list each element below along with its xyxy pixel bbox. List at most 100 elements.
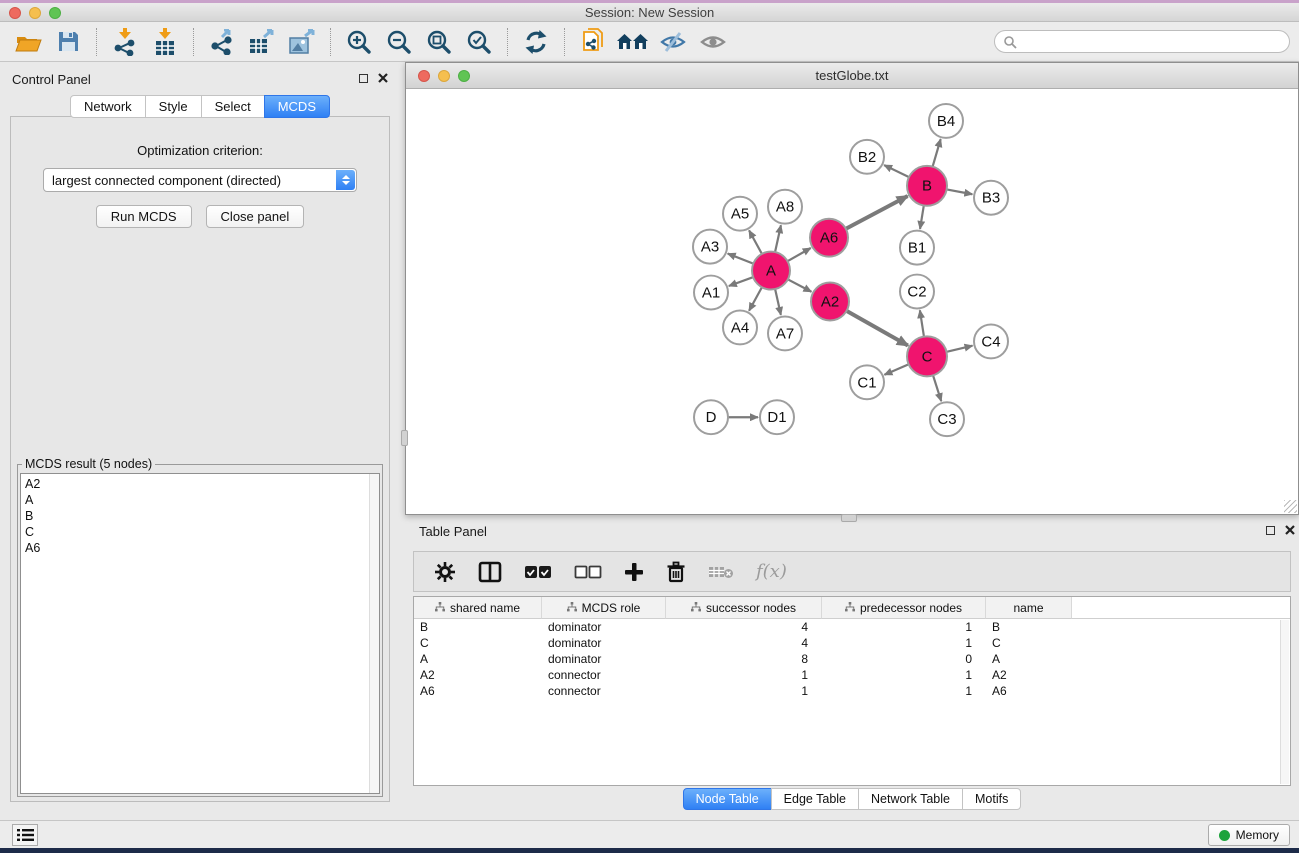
mcds-result-item[interactable]: A2	[25, 476, 369, 492]
table-settings-button[interactable]	[434, 561, 456, 583]
graph-edge-A2-C[interactable]	[845, 310, 908, 346]
graph-edge-C-C2[interactable]	[920, 310, 924, 338]
mcds-result-item[interactable]: C	[25, 524, 369, 540]
graph-node-B[interactable]: B	[907, 166, 947, 206]
graph-edge-C-C3[interactable]	[932, 373, 941, 401]
tab-network[interactable]: Network	[70, 95, 146, 118]
table-cell[interactable]: 0	[822, 651, 986, 667]
graph-edge-C-C1[interactable]	[884, 364, 910, 375]
graph-node-A[interactable]: A	[752, 252, 790, 290]
float-panel-icon[interactable]	[359, 74, 368, 83]
table-row[interactable]: Cdominator41C	[414, 635, 1290, 651]
zoom-fit-button[interactable]	[419, 25, 459, 59]
import-table-button[interactable]	[145, 25, 185, 59]
zoom-in-button[interactable]	[339, 25, 379, 59]
graph-node-C1[interactable]: C1	[850, 365, 884, 399]
window-resize-grip[interactable]	[1284, 500, 1297, 513]
graph-edge-A6-B[interactable]	[844, 196, 908, 230]
column-header-name[interactable]: name	[986, 597, 1072, 619]
table-cell[interactable]: 8	[666, 651, 822, 667]
table-cell[interactable]: B	[986, 619, 1072, 635]
table-scrollbar[interactable]	[1280, 620, 1289, 784]
graph-node-B4[interactable]: B4	[929, 104, 963, 138]
graph-edge-B-B3[interactable]	[945, 189, 973, 194]
task-history-button[interactable]	[12, 824, 38, 846]
graph-edge-B-B2[interactable]	[884, 165, 911, 178]
table-row[interactable]: Bdominator41B	[414, 619, 1290, 635]
table-cell[interactable]: 1	[666, 667, 822, 683]
show-all-button[interactable]	[693, 25, 733, 59]
export-network-button[interactable]	[202, 25, 242, 59]
save-session-button[interactable]	[48, 25, 88, 59]
column-header-MCDS-role[interactable]: MCDS role	[542, 597, 666, 619]
close-panel-icon[interactable]	[378, 73, 388, 83]
table-cell[interactable]: A2	[986, 667, 1072, 683]
table-cell[interactable]: 1	[822, 667, 986, 683]
table-cell[interactable]: 1	[822, 619, 986, 635]
graph-edge-A-A8[interactable]	[775, 225, 781, 254]
table-cell[interactable]: A2	[414, 667, 542, 683]
table-cell[interactable]: 4	[666, 619, 822, 635]
zoom-out-button[interactable]	[379, 25, 419, 59]
graph-node-A3[interactable]: A3	[693, 230, 727, 264]
network-canvas[interactable]: AA1A3A4A5A7A8A6A2BB1B2B3B4CC1C2C3C4DD1	[406, 89, 1298, 514]
memory-button[interactable]: Memory	[1208, 824, 1290, 846]
column-header-shared-name[interactable]: shared name	[414, 597, 542, 619]
close-panel-button[interactable]: Close panel	[206, 205, 305, 228]
close-table-panel-icon[interactable]	[1285, 525, 1295, 535]
optimization-select[interactable]: largest connected component (directed)	[43, 168, 357, 192]
deselect-all-columns-button[interactable]	[574, 565, 602, 579]
search-box[interactable]	[994, 30, 1290, 53]
graph-edge-B-B4[interactable]	[932, 139, 941, 168]
graph-edge-A-A4[interactable]	[749, 285, 763, 310]
refresh-button[interactable]	[516, 25, 556, 59]
table-cell[interactable]: connector	[542, 667, 666, 683]
mcds-list-scrollbar[interactable]	[369, 474, 379, 793]
table-cell[interactable]: 1	[666, 683, 822, 699]
table-cell[interactable]: B	[414, 619, 542, 635]
table-cell[interactable]: connector	[542, 683, 666, 699]
column-header-successor-nodes[interactable]: successor nodes	[666, 597, 822, 619]
duplicate-network-button[interactable]	[573, 25, 613, 59]
graph-node-B2[interactable]: B2	[850, 140, 884, 174]
column-layout-button[interactable]	[478, 561, 502, 583]
graph-node-A2[interactable]: A2	[811, 283, 849, 321]
float-table-panel-icon[interactable]	[1266, 526, 1275, 535]
export-table-button[interactable]	[242, 25, 282, 59]
table-cell[interactable]: 1	[822, 683, 986, 699]
table-cell[interactable]: 1	[822, 635, 986, 651]
graph-edge-C-C4[interactable]	[945, 346, 973, 353]
add-column-button[interactable]	[624, 562, 644, 582]
open-file-button[interactable]	[8, 25, 48, 59]
mcds-result-item[interactable]: B	[25, 508, 369, 524]
vertical-splitter-handle[interactable]	[401, 430, 408, 446]
graph-edge-A-A3[interactable]	[728, 254, 755, 265]
run-mcds-button[interactable]: Run MCDS	[96, 205, 192, 228]
column-header-predecessor-nodes[interactable]: predecessor nodes	[822, 597, 986, 619]
tab-select[interactable]: Select	[201, 95, 265, 118]
hide-selected-button[interactable]	[653, 25, 693, 59]
table-cell[interactable]: A	[986, 651, 1072, 667]
tab-edge-table[interactable]: Edge Table	[771, 788, 859, 810]
select-all-columns-button[interactable]	[524, 565, 552, 579]
tab-node-table[interactable]: Node Table	[683, 788, 772, 810]
mcds-result-item[interactable]: A	[25, 492, 369, 508]
graph-node-C3[interactable]: C3	[930, 402, 964, 436]
graph-edge-A-A6[interactable]	[786, 248, 811, 262]
table-cell[interactable]: C	[414, 635, 542, 651]
table-cell[interactable]: dominator	[542, 635, 666, 651]
table-row[interactable]: A6connector11A6	[414, 683, 1290, 699]
import-network-button[interactable]	[105, 25, 145, 59]
zoom-selected-button[interactable]	[459, 25, 499, 59]
graph-edge-A-A5[interactable]	[749, 230, 763, 255]
table-row[interactable]: Adominator80A	[414, 651, 1290, 667]
tab-network-table[interactable]: Network Table	[858, 788, 963, 810]
graph-edge-A-A7[interactable]	[775, 287, 781, 315]
table-row[interactable]: A2connector11A2	[414, 667, 1290, 683]
graph-node-A5[interactable]: A5	[723, 197, 757, 231]
graph-node-A4[interactable]: A4	[723, 310, 757, 344]
graph-node-D1[interactable]: D1	[760, 400, 794, 434]
first-neighbors-button[interactable]	[613, 25, 653, 59]
graph-node-B1[interactable]: B1	[900, 231, 934, 265]
graph-node-A1[interactable]: A1	[694, 276, 728, 310]
